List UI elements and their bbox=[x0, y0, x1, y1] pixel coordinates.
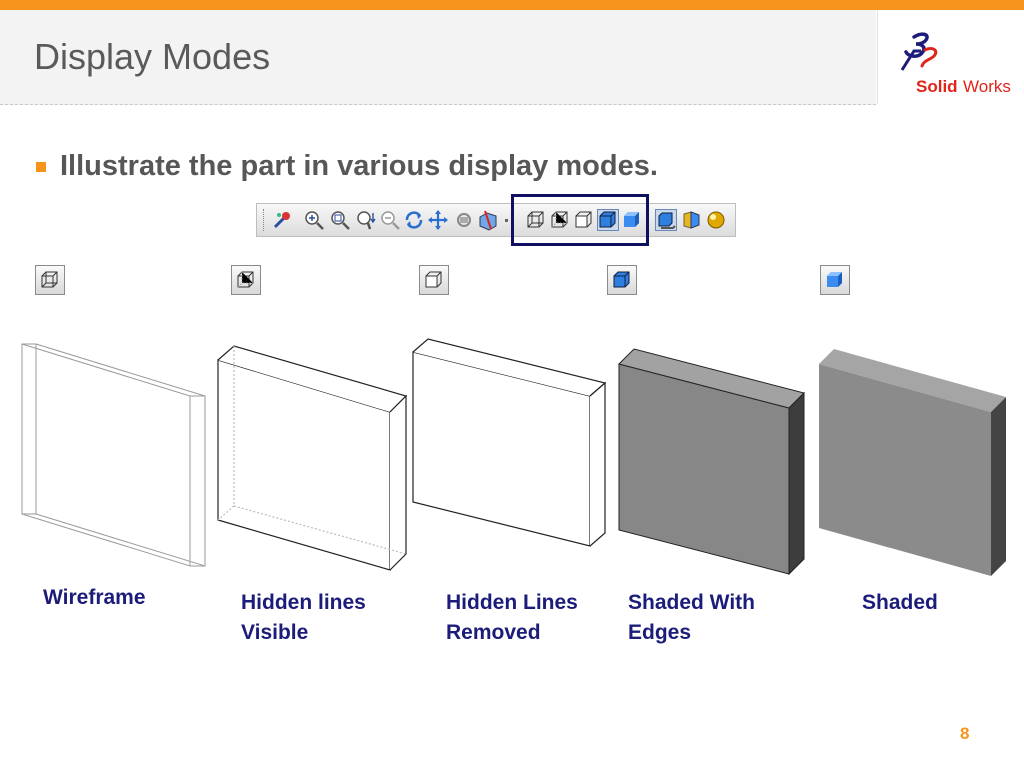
hidden-lines-visible-icon bbox=[237, 271, 254, 288]
pan-icon bbox=[428, 210, 448, 230]
shaded-with-edges-button[interactable] bbox=[597, 209, 619, 231]
mode-label-shaded: Shaded bbox=[862, 591, 938, 614]
shaded-with-edges-figure bbox=[618, 348, 805, 576]
zoom-to-fit-button[interactable] bbox=[303, 209, 325, 231]
shaded-icon bbox=[624, 212, 639, 227]
logo-brand-suffix: Works bbox=[963, 77, 1011, 96]
shaded-icon bbox=[827, 272, 842, 287]
wireframe-icon bbox=[527, 211, 544, 228]
perspective-icon bbox=[683, 211, 700, 229]
zoom-to-area-button[interactable] bbox=[329, 209, 351, 231]
realview-icon bbox=[707, 211, 725, 229]
roll-view-button[interactable] bbox=[453, 209, 475, 231]
shaded-with-edges-icon bbox=[599, 211, 616, 228]
edit-appearance-button[interactable] bbox=[271, 209, 293, 231]
zoom-to-fit-icon bbox=[305, 211, 324, 230]
zoom-in-out-button[interactable] bbox=[355, 209, 377, 231]
hidden-lines-removed-icon bbox=[575, 211, 592, 228]
wireframe-mode-button[interactable] bbox=[35, 265, 65, 295]
rotate-view-button[interactable] bbox=[403, 209, 425, 231]
view-toolbar bbox=[256, 194, 736, 246]
bullet-text: Illustrate the part in various display m… bbox=[60, 150, 658, 182]
shaded-with-edges-icon bbox=[613, 271, 630, 288]
display-mode-figures bbox=[21, 338, 1006, 576]
section-view-button[interactable] bbox=[477, 209, 499, 231]
toolbar-separator bbox=[505, 219, 508, 222]
rotate-view-icon bbox=[405, 211, 423, 229]
title-band: Display Modes bbox=[0, 10, 876, 105]
zoom-to-area-icon bbox=[331, 211, 350, 230]
zoom-to-selection-button[interactable] bbox=[379, 209, 401, 231]
shaded-mode-button[interactable] bbox=[820, 265, 850, 295]
hidden-lines-removed-mode-button[interactable] bbox=[419, 265, 449, 295]
shadows-button[interactable] bbox=[655, 209, 677, 231]
section-view-icon bbox=[479, 210, 497, 231]
wireframe-icon bbox=[41, 271, 58, 288]
mode-label-hidden-lines-removed: Hidden Lines Removed bbox=[446, 591, 578, 644]
shaded-figure bbox=[819, 349, 1006, 576]
bullet-marker bbox=[36, 162, 46, 172]
mode-label-hidden-lines-visible: Hidden lines Visible bbox=[241, 591, 366, 644]
accent-bar bbox=[0, 0, 1024, 10]
roll-view-icon bbox=[457, 213, 471, 227]
wireframe-figure bbox=[21, 343, 206, 567]
perspective-button[interactable] bbox=[681, 209, 703, 231]
edit-appearance-icon bbox=[273, 212, 290, 229]
hidden-lines-removed-button[interactable] bbox=[573, 209, 595, 231]
hidden-lines-removed-icon bbox=[425, 271, 442, 288]
3ds-logo-icon: Solid Works bbox=[900, 32, 1011, 96]
hidden-lines-visible-icon bbox=[551, 211, 568, 228]
shaded-button[interactable] bbox=[621, 209, 643, 231]
mode-label-wireframe: Wireframe bbox=[43, 586, 146, 609]
slide-title: Display Modes bbox=[34, 36, 271, 77]
wireframe-button[interactable] bbox=[525, 209, 547, 231]
realview-button[interactable] bbox=[705, 209, 727, 231]
hidden-lines-visible-figure bbox=[217, 345, 408, 571]
logo-brand-plain: Solid bbox=[916, 77, 958, 96]
page-number: 8 bbox=[960, 724, 970, 743]
zoom-to-selection-icon bbox=[381, 211, 400, 230]
toolbar-grip[interactable] bbox=[263, 209, 267, 231]
solidworks-logo: Solid Works bbox=[877, 10, 1024, 104]
shadows-icon bbox=[658, 212, 676, 229]
hidden-lines-visible-button[interactable] bbox=[549, 209, 571, 231]
mode-label-shaded-with-edges: Shaded With Edges bbox=[628, 591, 755, 644]
pan-button[interactable] bbox=[427, 209, 449, 231]
hidden-lines-visible-mode-button[interactable] bbox=[231, 265, 261, 295]
shaded-with-edges-mode-button[interactable] bbox=[607, 265, 637, 295]
hidden-lines-removed-figure bbox=[412, 338, 607, 547]
zoom-in-out-icon bbox=[357, 211, 376, 230]
